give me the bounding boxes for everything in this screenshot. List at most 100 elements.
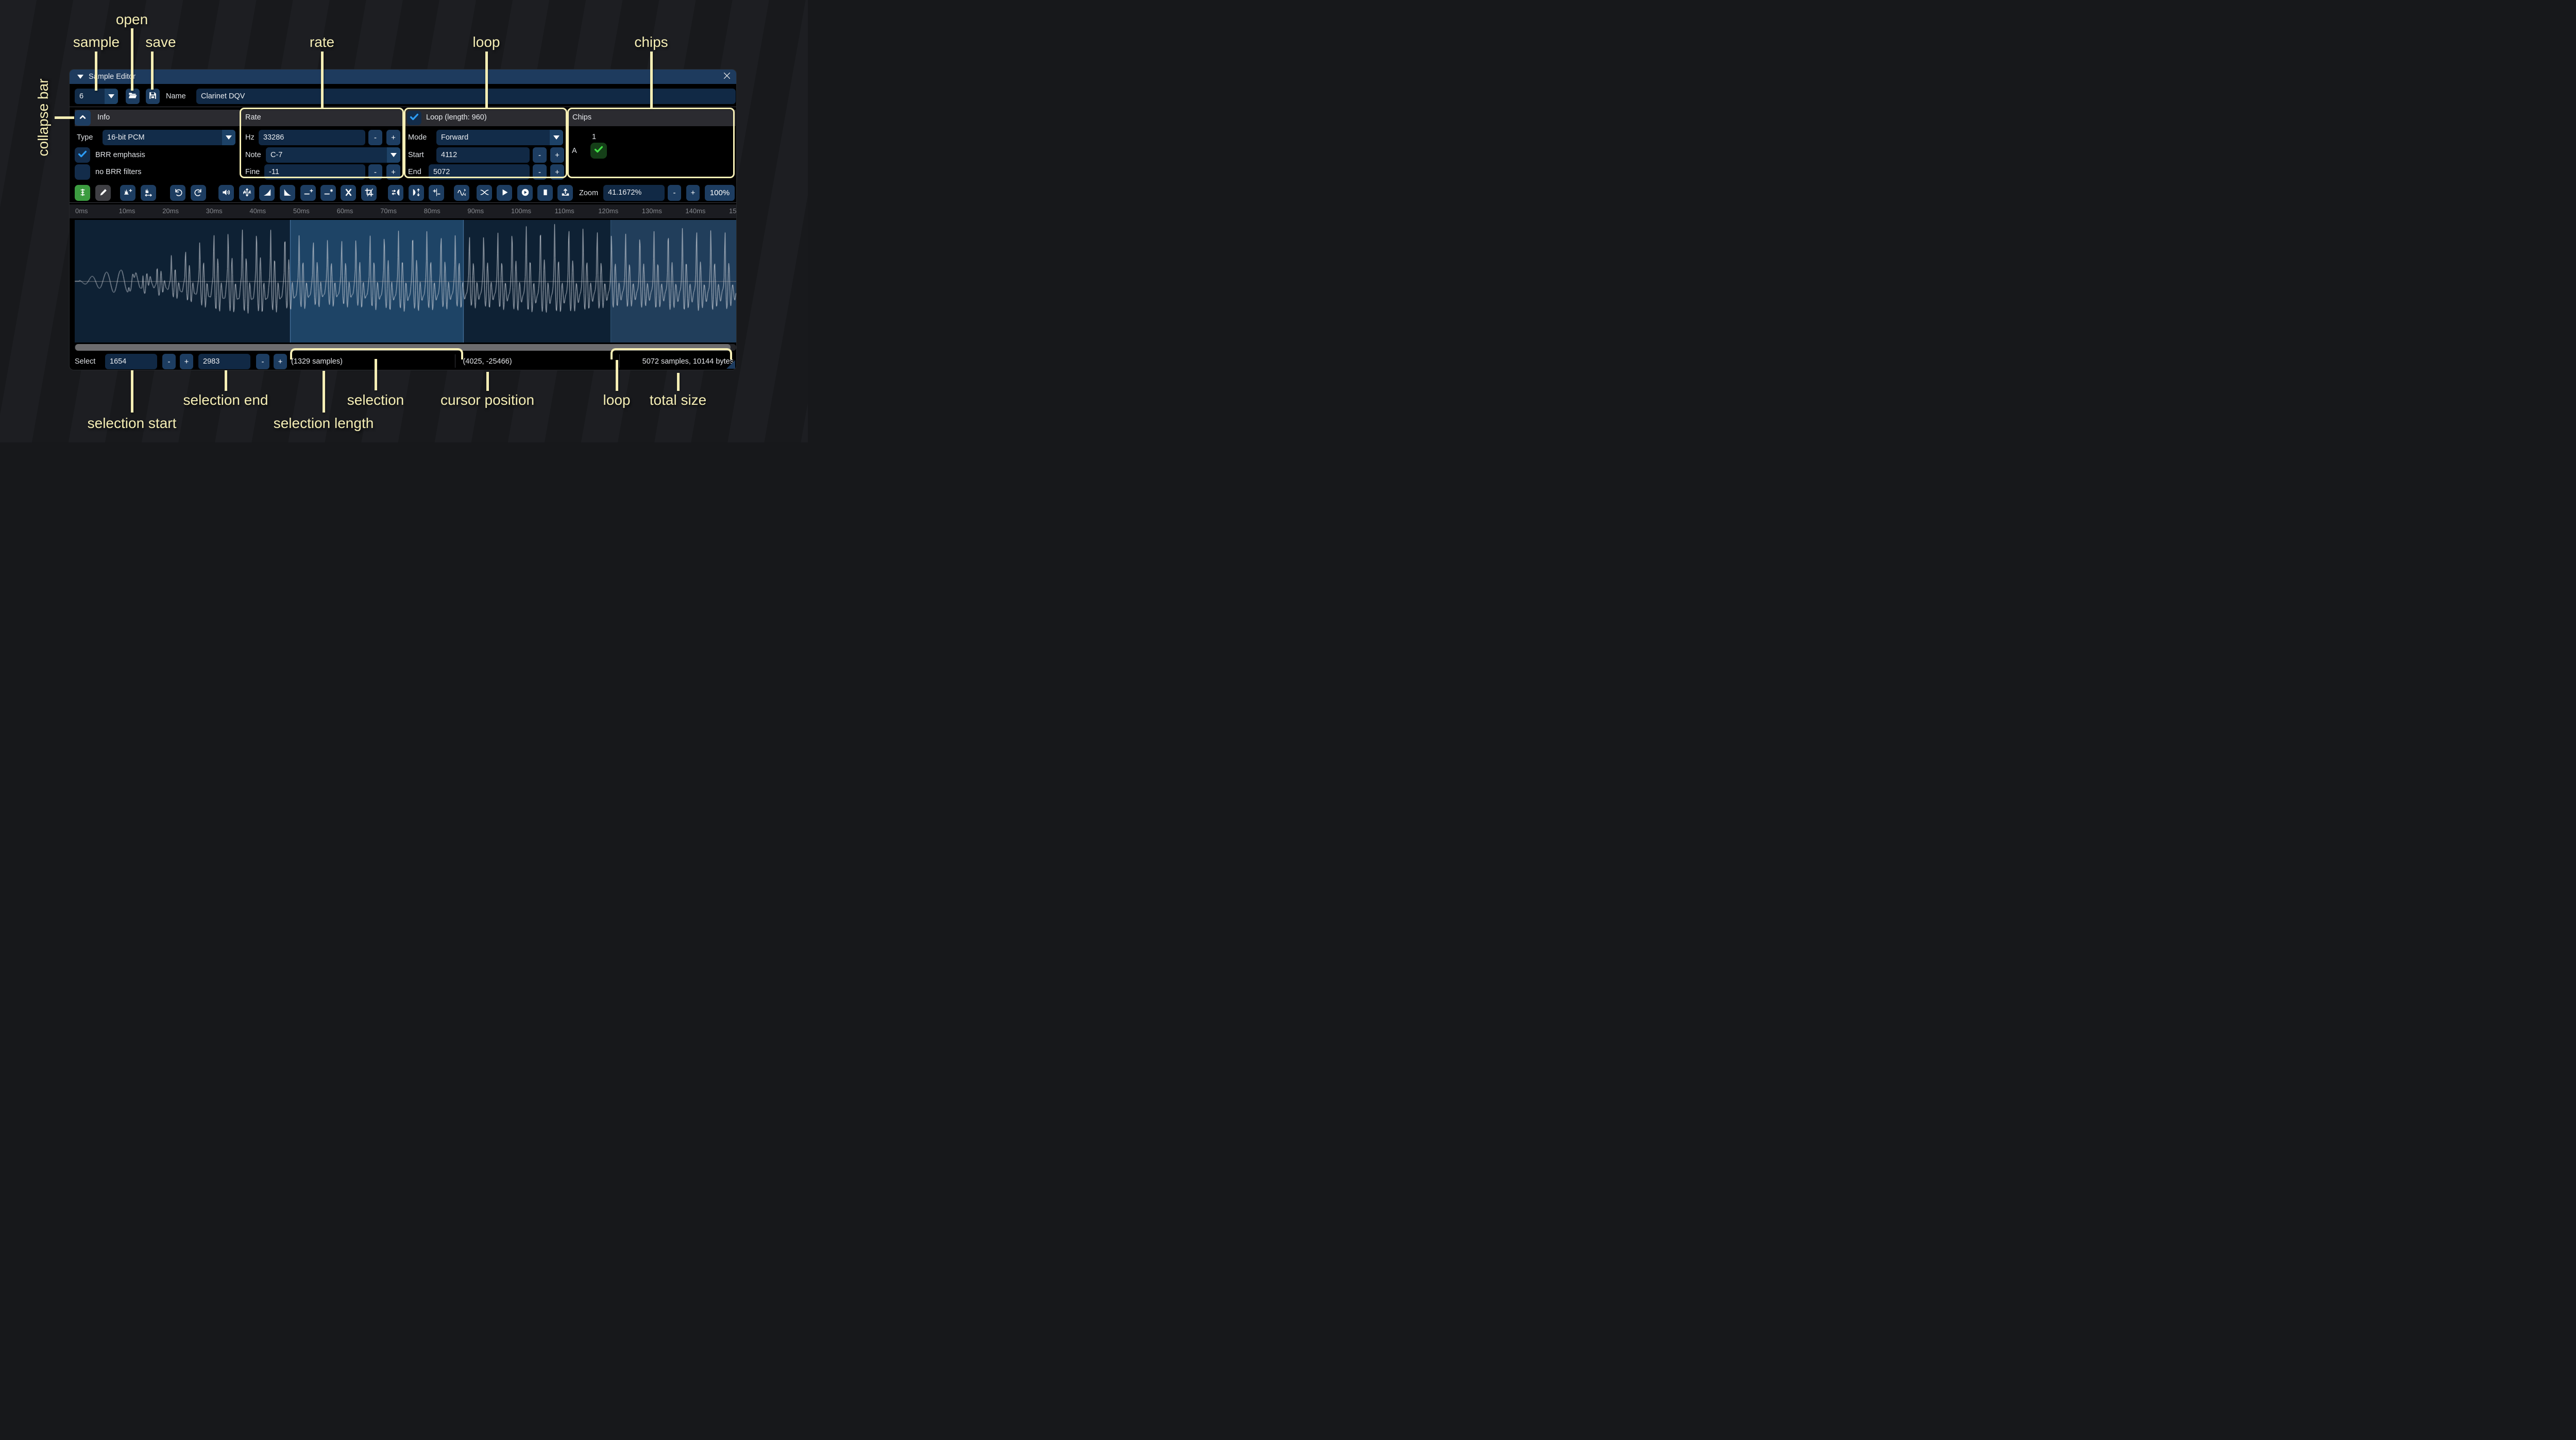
ruler-tick: 130ms (642, 207, 662, 215)
hz-minus-button[interactable]: - (368, 130, 382, 145)
selection-end-input[interactable]: 2983 (198, 354, 250, 369)
chevron-down-icon (222, 130, 235, 145)
loop-end-plus-button[interactable]: + (550, 164, 564, 180)
info-header-label: Info (97, 113, 110, 122)
resample-button[interactable] (141, 185, 156, 201)
titlebar[interactable]: Sample Editor (70, 70, 736, 84)
ruler-tick: 20ms (162, 207, 179, 215)
fine-minus-button[interactable]: - (368, 164, 382, 180)
fade-out-button[interactable] (280, 185, 295, 201)
ruler-tick: 120ms (598, 207, 618, 215)
stop-preview-button[interactable] (537, 185, 553, 201)
reverse-icon (391, 187, 401, 199)
edit-mode-draw-button[interactable] (95, 185, 111, 201)
ruler-tick: 90ms (467, 207, 484, 215)
selection-start-plus-button[interactable]: + (180, 354, 193, 369)
chips-panel-header: Chips (568, 110, 736, 126)
loop-start-minus-button[interactable]: - (533, 147, 547, 163)
time-ruler[interactable]: 0ms10ms20ms30ms40ms50ms60ms70ms80ms90ms1… (70, 204, 736, 218)
delete-button[interactable] (341, 185, 356, 201)
check-icon (593, 144, 604, 158)
brr-emphasis-checkbox[interactable] (75, 147, 90, 163)
note-select[interactable]: C-7 (266, 147, 400, 163)
selection-start-input[interactable]: 1654 (105, 354, 157, 369)
preview-sample-button[interactable] (497, 185, 512, 201)
undo-button[interactable] (170, 185, 185, 201)
trim-button[interactable] (361, 185, 377, 201)
preview-selection-button[interactable] (517, 185, 533, 201)
zoom-label: Zoom (579, 189, 598, 197)
type-select[interactable]: 16-bit PCM (103, 130, 235, 145)
loop-end-minus-button[interactable]: - (533, 164, 547, 180)
pencil-icon (98, 187, 108, 199)
waveform-scrollbar-track[interactable] (75, 344, 736, 351)
apply-silence-button[interactable] (320, 185, 336, 201)
invert-icon (412, 187, 421, 199)
no-brr-filters-label: no BRR filters (95, 168, 141, 176)
hz-input[interactable]: 33286 (259, 130, 365, 145)
make-instrument-from-sample-button[interactable] (557, 185, 573, 201)
insert-silence-button[interactable] (300, 185, 316, 201)
total-size-text: 5072 samples, 10144 bytes (642, 357, 734, 366)
signed-unsigned-button[interactable] (429, 185, 444, 201)
loop-start-plus-button[interactable]: + (550, 147, 564, 163)
zoom-out-button[interactable]: - (668, 185, 681, 201)
amplify-button[interactable] (218, 185, 234, 201)
chip-a-checkbox[interactable] (590, 143, 607, 159)
loop-mode-value: Forward (441, 133, 468, 142)
no-brr-filters-checkbox[interactable] (75, 164, 90, 180)
sample-select[interactable]: 6 (75, 89, 118, 104)
hz-plus-button[interactable]: + (386, 130, 400, 145)
invert-button[interactable] (409, 185, 424, 201)
collapse-bar-button[interactable] (75, 110, 91, 126)
crossfade-loop-points-button[interactable] (477, 185, 492, 201)
chips-header-label: Chips (572, 113, 591, 122)
loop-enable-checkbox[interactable] (407, 111, 421, 125)
redo-button[interactable] (191, 185, 206, 201)
loop-header-label: Loop (length: 960) (426, 113, 487, 122)
save-button[interactable] (146, 89, 160, 104)
zoom-input[interactable]: 41.1672% (603, 185, 665, 201)
chip-column-label: 1 (592, 133, 596, 141)
type-label: Type (77, 133, 93, 142)
waveform-scrollbar-handle[interactable] (75, 344, 731, 351)
reverse-button[interactable] (388, 185, 403, 201)
note-label: Note (245, 151, 261, 159)
resize-button[interactable] (120, 185, 135, 201)
trim-icon (364, 187, 374, 199)
fine-input[interactable]: -11 (264, 164, 365, 180)
zoom-reset-button[interactable]: 100% (705, 185, 735, 201)
apply-filter-button[interactable] (454, 185, 469, 201)
window-resize-grip[interactable] (726, 360, 735, 369)
amplify-icon (222, 187, 231, 199)
fine-plus-button[interactable]: + (386, 164, 400, 180)
resample-icon (144, 187, 154, 199)
fade-out-icon (283, 187, 293, 199)
loop-start-input[interactable]: 4112 (436, 147, 530, 163)
open-button[interactable] (126, 89, 140, 104)
ruler-tick: 100ms (511, 207, 531, 215)
close-button[interactable] (721, 71, 733, 82)
normalize-button[interactable] (239, 185, 255, 201)
ruler-tick: 70ms (380, 207, 397, 215)
loop-end-label: End (408, 168, 421, 176)
loop-start-label: Start (408, 151, 424, 159)
selection-end-plus-button[interactable]: + (274, 354, 287, 369)
loop-end-input[interactable]: 5072 (429, 164, 530, 180)
selection-end-minus-button[interactable]: - (256, 354, 269, 369)
sample-select-value: 6 (79, 92, 83, 100)
signed-unsigned-icon (432, 187, 442, 199)
name-input[interactable]: Clarinet DQV (196, 89, 736, 104)
zoom-in-button[interactable]: + (686, 185, 700, 201)
selection-start-minus-button[interactable]: - (162, 354, 176, 369)
sample-editor-window: Sample Editor 6 Name Clarinet DQV Info T… (69, 69, 737, 370)
loop-mode-select[interactable]: Forward (436, 130, 563, 145)
rate-header-label: Rate (245, 113, 261, 122)
window-collapse-icon[interactable] (77, 75, 83, 79)
note-select-value: C-7 (270, 151, 282, 159)
check-icon (409, 111, 420, 125)
ruler-tick: 0ms (75, 207, 88, 215)
fade-in-button[interactable] (259, 185, 275, 201)
waveform-display[interactable] (75, 220, 736, 342)
edit-mode-select-button[interactable] (75, 185, 90, 201)
